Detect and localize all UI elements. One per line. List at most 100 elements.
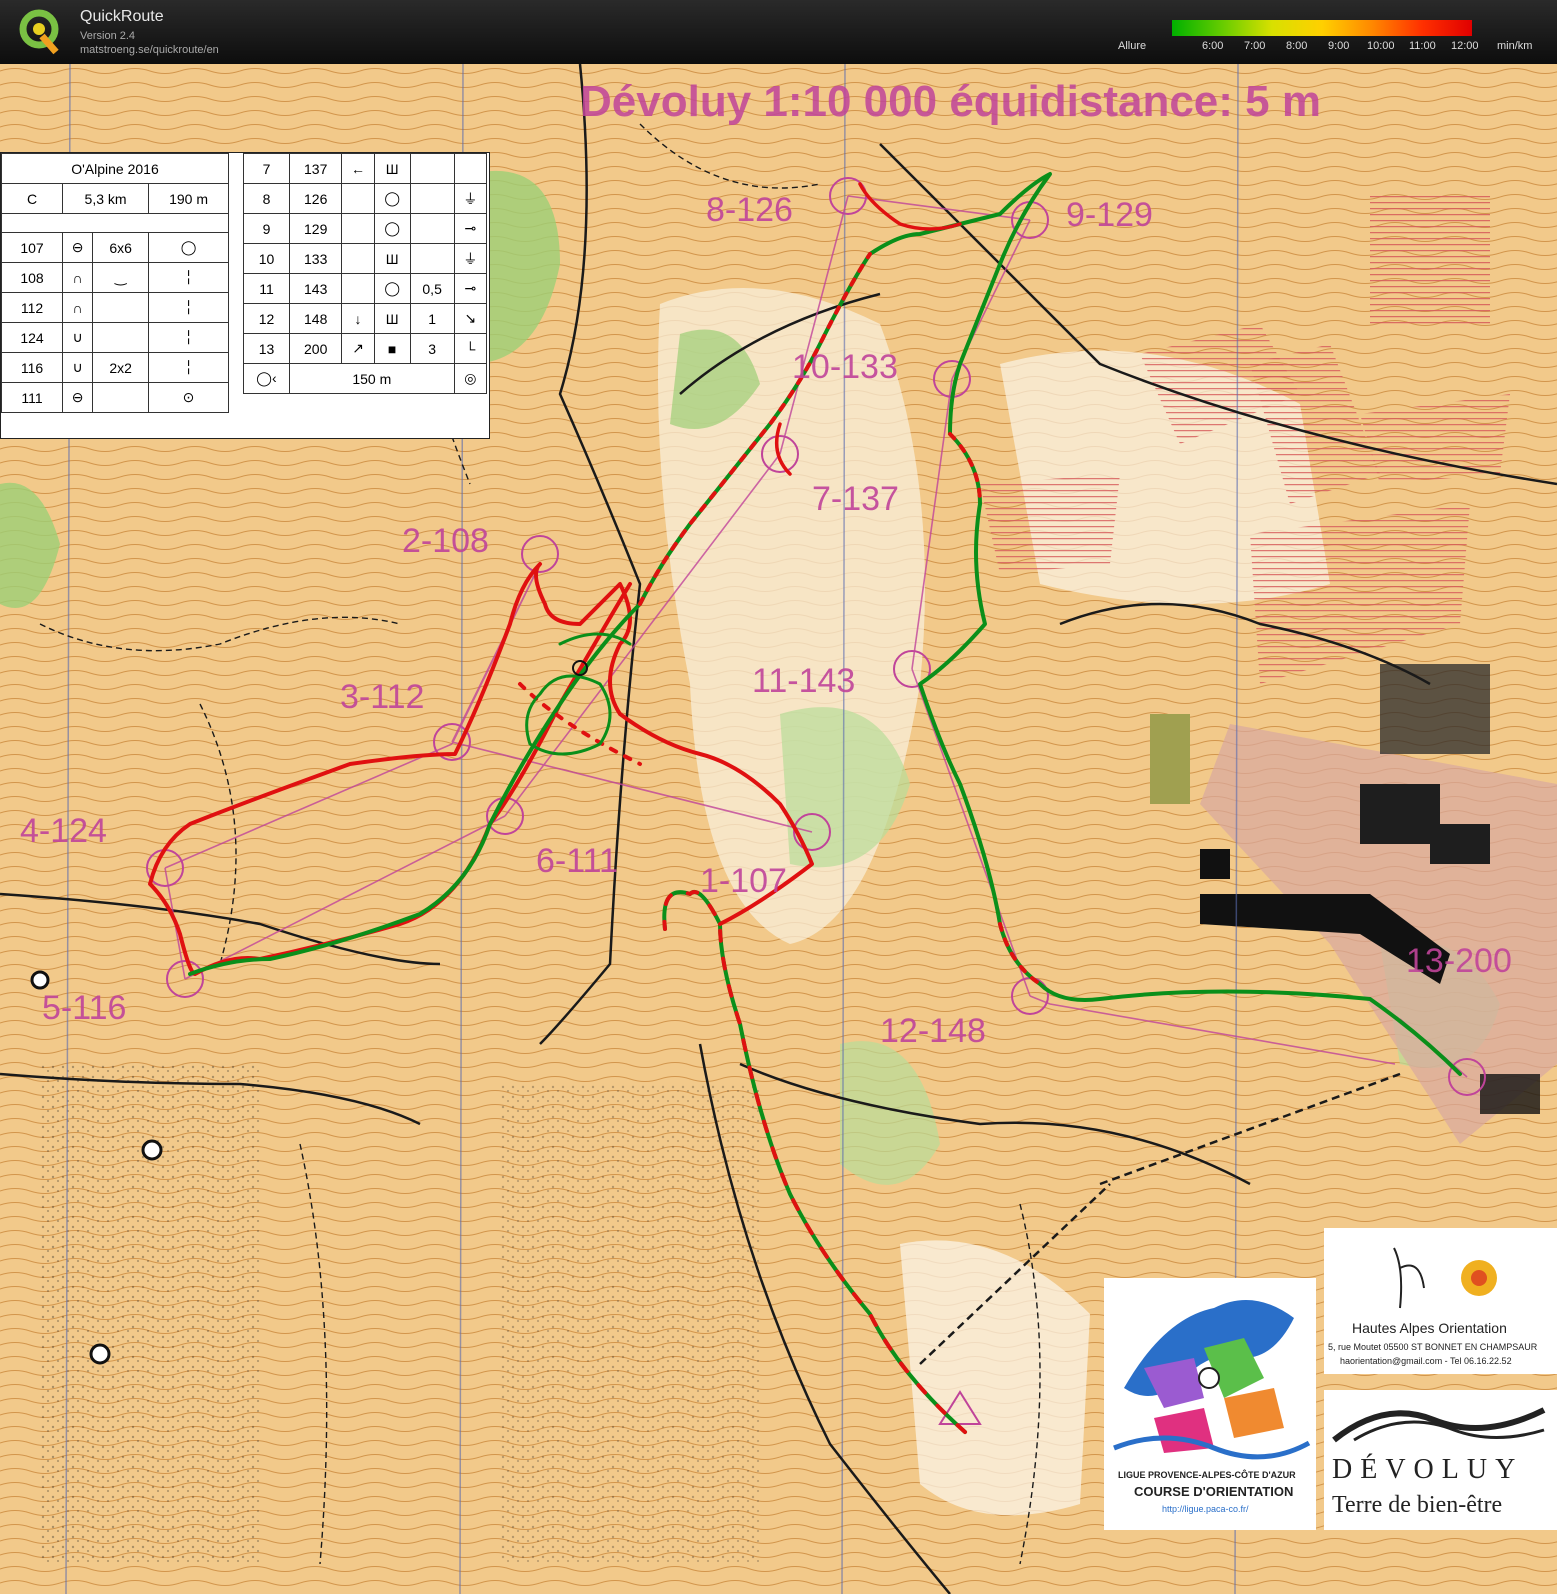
location-symbol [453, 153, 488, 184]
feature-symbol: Ш [373, 153, 411, 184]
feature-symbol: ∩ [61, 262, 94, 293]
pace-tick: 10:00 [1367, 40, 1395, 52]
pace-tick: 7:00 [1244, 40, 1266, 52]
stony-ground [40, 1064, 260, 1564]
location-symbol: ╎ [148, 262, 229, 293]
table-row: 111 ⊖ ⊙ [1, 382, 229, 413]
pace-legend: Allure 6:00 7:00 8:00 9:00 10:00 11:00 1… [1110, 16, 1550, 56]
sponsor-ligue: LIGUE PROVENCE-ALPES-CÔTE D'AZUR COURSE … [1104, 1278, 1316, 1530]
control-code: 133 [288, 243, 343, 274]
finish-symbol-icon: ◎ [453, 363, 488, 394]
feature-symbol: Ш [373, 303, 411, 334]
app-version: Version 2.4 [80, 30, 136, 42]
hao-logo-icon [1393, 1247, 1497, 1309]
dimension: 2x2 [92, 352, 150, 383]
control-code: 108 [1, 262, 63, 293]
control-number: 9 [243, 213, 290, 244]
pace-tick: 8:00 [1286, 40, 1308, 52]
control-code: 107 [1, 232, 63, 263]
app-url-link[interactable]: matstroeng.se/quickroute/en [80, 44, 219, 56]
table-row: 107 ⊖ 6x6 ◯ [1, 232, 229, 263]
location-symbol: ╎ [148, 292, 229, 323]
devoluy-tagline: Terre de bien-être [1332, 1492, 1503, 1518]
location-symbol: ⊸ [453, 213, 488, 244]
control-code: 148 [288, 303, 343, 334]
control-code: 124 [1, 322, 63, 353]
dimension: 1 [409, 303, 455, 334]
map-title: Dévoluy 1:10 000 équidistance: 5 m [580, 77, 1321, 126]
direction-symbol: ↗ [341, 333, 375, 364]
course-distance: 5,3 km [61, 183, 150, 214]
pace-tick: 6:00 [1202, 40, 1224, 52]
feature-symbol: ⊖ [61, 382, 94, 413]
table-row: 9 129 ◯ ⊸ [243, 213, 488, 244]
dimension [92, 322, 150, 353]
control-label: 12-148 [880, 1012, 986, 1050]
table-row: 116 ∪ 2x2 ╎ [1, 352, 229, 383]
location-symbol: ↘ [453, 303, 488, 334]
dimension [409, 153, 455, 184]
control-number: 12 [243, 303, 290, 334]
app-header: QuickRoute Version 2.4 matstroeng.se/qui… [0, 0, 1557, 64]
hao-name: Hautes Alpes Orientation [1352, 1320, 1507, 1336]
feature-symbol: ■ [373, 333, 411, 364]
control-code: 200 [288, 333, 343, 364]
course-class: C [1, 183, 63, 214]
ligue-url[interactable]: http://ligue.paca-co.fr/ [1162, 1504, 1249, 1514]
table-row: 7 137 ← Ш [243, 153, 488, 184]
location-symbol: └ [453, 333, 488, 364]
table-row: 8 126 ◯ ⏚ [243, 183, 488, 214]
control-code: 129 [288, 213, 343, 244]
control-label: 10-133 [792, 348, 898, 386]
feature-symbol: ◯ [373, 273, 411, 304]
feature-symbol: ∩ [61, 292, 94, 323]
direction-symbol: ↓ [341, 303, 375, 334]
hao-address: 5, rue Moutet 05500 ST BONNET EN CHAMPSA… [1328, 1342, 1538, 1352]
location-symbol: ⏚ [453, 183, 488, 214]
devoluy-name: DÉVOLUY [1332, 1454, 1524, 1485]
sponsor-hao: Hautes Alpes Orientation 5, rue Moutet 0… [1324, 1228, 1557, 1374]
table-row: 13 200 ↗ ■ 3 └ [243, 333, 488, 364]
description-table-right: 7 137 ← Ш 8 126 ◯ ⏚ 9 129 ◯ ⊸ 10 133 Ш ⏚ 11 143 ◯ 0,5 ⊸ … [243, 153, 488, 394]
control-label: 4-124 [20, 812, 107, 850]
control-number: 13 [243, 333, 290, 364]
location-symbol: ╎ [148, 352, 229, 383]
table-row: 108 ∩ ‿ ╎ [1, 262, 229, 293]
control-code: 116 [1, 352, 63, 383]
control-label: 1-107 [700, 862, 787, 900]
event-name: O'Alpine 2016 [1, 153, 229, 184]
dimension: 0,5 [409, 273, 455, 304]
table-row: 112 ∩ ╎ [1, 292, 229, 323]
dimension: 6x6 [92, 232, 150, 263]
dimension [409, 243, 455, 274]
control-number: 11 [243, 273, 290, 304]
ligue-line2: COURSE D'ORIENTATION [1134, 1484, 1294, 1499]
control-description-sheet: O'Alpine 2016 C 5,3 km 190 m 107 ⊖ 6x6 ◯ 10… [0, 152, 490, 439]
dimension [409, 183, 455, 214]
dimension [92, 382, 150, 413]
control-label: 13-200 [1406, 942, 1512, 980]
feature-symbol: ◯ [373, 213, 411, 244]
pace-tick: 11:00 [1409, 40, 1436, 52]
description-table-left: O'Alpine 2016 C 5,3 km 190 m 107 ⊖ 6x6 ◯ 10… [1, 153, 229, 413]
pace-legend-label: Allure [1118, 40, 1147, 52]
control-code: 112 [1, 292, 63, 323]
feature-symbol: ∪ [61, 322, 94, 353]
feature-symbol: ◯ [373, 183, 411, 214]
control-number: 7 [243, 153, 290, 184]
dimension [92, 292, 150, 323]
hao-contact: haorientation@gmail.com - Tel 06.16.22.5… [1340, 1356, 1512, 1366]
direction-symbol [341, 243, 375, 274]
stony-ground [500, 1084, 760, 1564]
course-climb: 190 m [148, 183, 229, 214]
feature-symbol: ⊖ [61, 232, 94, 263]
finish-start-symbol: ◯‹ [243, 363, 290, 394]
control-label: 2-108 [402, 522, 489, 560]
control-code: 137 [288, 153, 343, 184]
table-row: 10 133 Ш ⏚ [243, 243, 488, 274]
devoluy-mountain-icon [1332, 1407, 1546, 1443]
quickroute-logo-icon [19, 9, 59, 55]
control-code: 111 [1, 382, 63, 413]
table-row: 124 ∪ ╎ [1, 322, 229, 353]
location-symbol: ⏚ [453, 243, 488, 274]
